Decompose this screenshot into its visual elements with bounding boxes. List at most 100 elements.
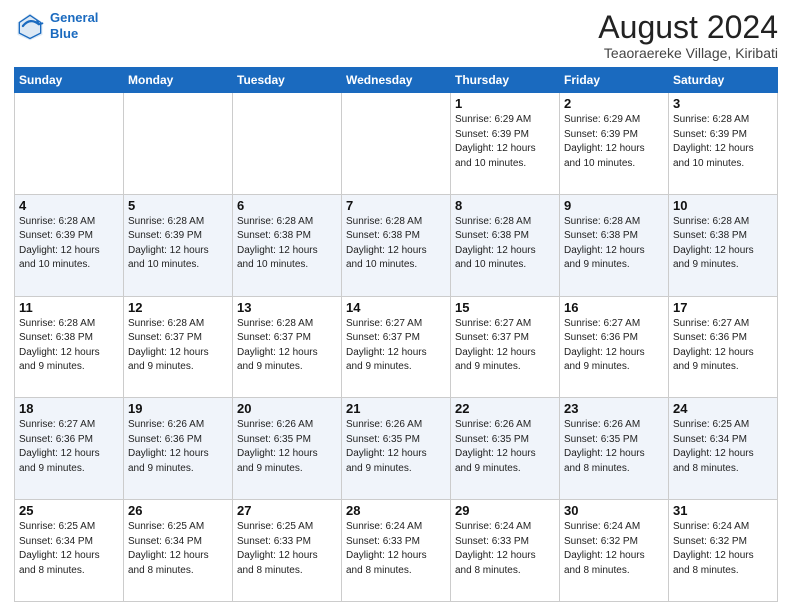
calendar-cell: 22 Sunrise: 6:26 AM Sunset: 6:35 PM Dayli… <box>451 398 560 500</box>
day-number: 20 <box>237 401 337 416</box>
subtitle: Teaoraereke Village, Kiribati <box>598 45 778 61</box>
calendar-cell: 30Sunrise: 6:24 AM Sunset: 6:32 PM Dayli… <box>560 500 669 602</box>
calendar-cell: 4 Sunrise: 6:28 AM Sunset: 6:39 PM Daylig… <box>15 194 124 296</box>
day-info: Sunrise: 6:28 AM Sunset: 6:38 PM Dayligh… <box>19 317 119 375</box>
day-info: Sunrise: 6:28 AM Sunset: 6:39 PM Dayligh… <box>673 113 773 171</box>
day-info: Sunrise: 6:28 AM Sunset: 6:39 PM Dayligh… <box>19 215 119 273</box>
day-number: 22 <box>455 401 555 416</box>
day-info: Sunrise: 6:24 AM Sunset: 6:33 PM Dayligh… <box>455 520 555 578</box>
day-number: 30 <box>564 503 664 518</box>
day-info: Sunrise: 6:25 AM Sunset: 6:34 PM Dayligh… <box>19 520 119 578</box>
day-info: Sunrise: 6:24 AM Sunset: 6:32 PM Dayligh… <box>673 520 773 578</box>
day-number: 25 <box>19 503 119 518</box>
day-number: 1 <box>455 96 555 111</box>
day-info: Sunrise: 6:26 AM Sunset: 6:35 PM Dayligh… <box>455 418 555 476</box>
col-header-wednesday: Wednesday <box>342 68 451 93</box>
day-info: Sunrise: 6:26 AM Sunset: 6:35 PM Dayligh… <box>564 418 664 476</box>
logo: General Blue <box>14 10 98 42</box>
calendar-cell <box>15 93 124 195</box>
calendar-cell: 7 Sunrise: 6:28 AM Sunset: 6:38 PM Daylig… <box>342 194 451 296</box>
calendar-cell: 25 Sunrise: 6:25 AM Sunset: 6:34 PM Dayli… <box>15 500 124 602</box>
calendar-cell: 14 Sunrise: 6:27 AM Sunset: 6:37 PM Dayli… <box>342 296 451 398</box>
day-number: 4 <box>19 198 119 213</box>
calendar-cell: 18Sunrise: 6:27 AM Sunset: 6:36 PM Dayli… <box>15 398 124 500</box>
day-number: 27 <box>237 503 337 518</box>
day-info: Sunrise: 6:27 AM Sunset: 6:37 PM Dayligh… <box>455 317 555 375</box>
day-number: 18 <box>19 401 119 416</box>
day-number: 9 <box>564 198 664 213</box>
main-title: August 2024 <box>598 10 778 45</box>
calendar-cell <box>342 93 451 195</box>
calendar-cell: 16 Sunrise: 6:27 AM Sunset: 6:36 PM Dayli… <box>560 296 669 398</box>
title-block: August 2024 Teaoraereke Village, Kiribat… <box>598 10 778 61</box>
day-info: Sunrise: 6:28 AM Sunset: 6:39 PM Dayligh… <box>128 215 228 273</box>
day-number: 14 <box>346 300 446 315</box>
col-header-monday: Monday <box>124 68 233 93</box>
calendar-cell: 28Sunrise: 6:24 AM Sunset: 6:33 PM Dayli… <box>342 500 451 602</box>
calendar-cell: 24 Sunrise: 6:25 AM Sunset: 6:34 PM Dayli… <box>669 398 778 500</box>
day-number: 10 <box>673 198 773 213</box>
day-number: 12 <box>128 300 228 315</box>
day-number: 6 <box>237 198 337 213</box>
day-info: Sunrise: 6:27 AM Sunset: 6:36 PM Dayligh… <box>673 317 773 375</box>
calendar-cell: 27 Sunrise: 6:25 AM Sunset: 6:33 PM Dayli… <box>233 500 342 602</box>
col-header-saturday: Saturday <box>669 68 778 93</box>
calendar-cell: 2Sunrise: 6:29 AM Sunset: 6:39 PM Daylig… <box>560 93 669 195</box>
day-number: 16 <box>564 300 664 315</box>
calendar-cell: 1 Sunrise: 6:29 AM Sunset: 6:39 PM Daylig… <box>451 93 560 195</box>
calendar-cell: 29 Sunrise: 6:24 AM Sunset: 6:33 PM Dayli… <box>451 500 560 602</box>
calendar-cell: 17 Sunrise: 6:27 AM Sunset: 6:36 PM Dayli… <box>669 296 778 398</box>
day-info: Sunrise: 6:28 AM Sunset: 6:38 PM Dayligh… <box>346 215 446 273</box>
calendar-cell: 23 Sunrise: 6:26 AM Sunset: 6:35 PM Dayli… <box>560 398 669 500</box>
day-info: Sunrise: 6:26 AM Sunset: 6:35 PM Dayligh… <box>237 418 337 476</box>
day-info: Sunrise: 6:25 AM Sunset: 6:33 PM Dayligh… <box>237 520 337 578</box>
day-info: Sunrise: 6:28 AM Sunset: 6:37 PM Dayligh… <box>237 317 337 375</box>
day-info: Sunrise: 6:29 AM Sunset: 6:39 PM Dayligh… <box>564 113 664 171</box>
col-header-tuesday: Tuesday <box>233 68 342 93</box>
calendar-cell: 9 Sunrise: 6:28 AM Sunset: 6:38 PM Daylig… <box>560 194 669 296</box>
day-info: Sunrise: 6:28 AM Sunset: 6:38 PM Dayligh… <box>564 215 664 273</box>
calendar-cell <box>233 93 342 195</box>
calendar-cell: 20 Sunrise: 6:26 AM Sunset: 6:35 PM Dayli… <box>233 398 342 500</box>
calendar-week-row: 1 Sunrise: 6:29 AM Sunset: 6:39 PM Daylig… <box>15 93 778 195</box>
calendar-cell: 13Sunrise: 6:28 AM Sunset: 6:37 PM Dayli… <box>233 296 342 398</box>
day-number: 31 <box>673 503 773 518</box>
calendar-cell: 6 Sunrise: 6:28 AM Sunset: 6:38 PM Daylig… <box>233 194 342 296</box>
calendar-cell: 12Sunrise: 6:28 AM Sunset: 6:37 PM Dayli… <box>124 296 233 398</box>
day-info: Sunrise: 6:27 AM Sunset: 6:36 PM Dayligh… <box>564 317 664 375</box>
day-number: 11 <box>19 300 119 315</box>
page: General Blue August 2024 Teaoraereke Vil… <box>0 0 792 612</box>
day-info: Sunrise: 6:27 AM Sunset: 6:37 PM Dayligh… <box>346 317 446 375</box>
day-number: 29 <box>455 503 555 518</box>
day-info: Sunrise: 6:28 AM Sunset: 6:38 PM Dayligh… <box>455 215 555 273</box>
calendar-week-row: 4 Sunrise: 6:28 AM Sunset: 6:39 PM Daylig… <box>15 194 778 296</box>
col-header-friday: Friday <box>560 68 669 93</box>
day-number: 23 <box>564 401 664 416</box>
calendar-cell: 19Sunrise: 6:26 AM Sunset: 6:36 PM Dayli… <box>124 398 233 500</box>
day-number: 21 <box>346 401 446 416</box>
day-number: 7 <box>346 198 446 213</box>
day-info: Sunrise: 6:26 AM Sunset: 6:35 PM Dayligh… <box>346 418 446 476</box>
header: General Blue August 2024 Teaoraereke Vil… <box>14 10 778 61</box>
day-info: Sunrise: 6:25 AM Sunset: 6:34 PM Dayligh… <box>673 418 773 476</box>
day-number: 17 <box>673 300 773 315</box>
day-info: Sunrise: 6:28 AM Sunset: 6:38 PM Dayligh… <box>237 215 337 273</box>
calendar-header-row: SundayMondayTuesdayWednesdayThursdayFrid… <box>15 68 778 93</box>
day-number: 3 <box>673 96 773 111</box>
calendar-cell: 15 Sunrise: 6:27 AM Sunset: 6:37 PM Dayli… <box>451 296 560 398</box>
day-info: Sunrise: 6:29 AM Sunset: 6:39 PM Dayligh… <box>455 113 555 171</box>
calendar-cell: 11 Sunrise: 6:28 AM Sunset: 6:38 PM Dayli… <box>15 296 124 398</box>
day-info: Sunrise: 6:24 AM Sunset: 6:33 PM Dayligh… <box>346 520 446 578</box>
calendar-cell <box>124 93 233 195</box>
calendar-cell: 10Sunrise: 6:28 AM Sunset: 6:38 PM Dayli… <box>669 194 778 296</box>
col-header-sunday: Sunday <box>15 68 124 93</box>
day-number: 19 <box>128 401 228 416</box>
calendar-cell: 5Sunrise: 6:28 AM Sunset: 6:39 PM Daylig… <box>124 194 233 296</box>
logo-icon <box>14 10 46 42</box>
calendar-week-row: 25 Sunrise: 6:25 AM Sunset: 6:34 PM Dayli… <box>15 500 778 602</box>
calendar-cell: 26Sunrise: 6:25 AM Sunset: 6:34 PM Dayli… <box>124 500 233 602</box>
day-number: 26 <box>128 503 228 518</box>
calendar-cell: 8Sunrise: 6:28 AM Sunset: 6:38 PM Daylig… <box>451 194 560 296</box>
day-number: 15 <box>455 300 555 315</box>
day-number: 24 <box>673 401 773 416</box>
